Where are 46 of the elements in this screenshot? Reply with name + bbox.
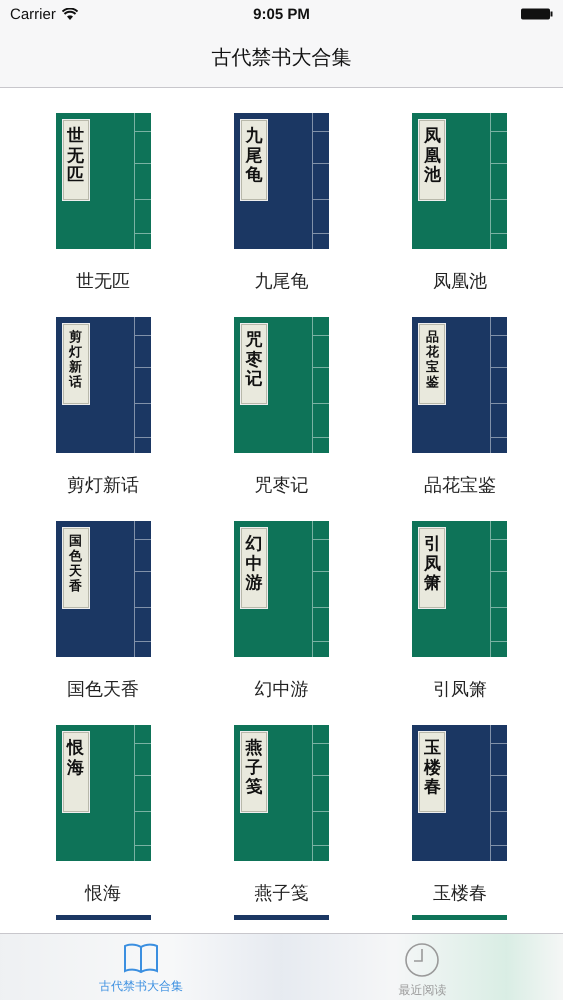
book-cover[interactable]: 幻中游 <box>234 521 329 657</box>
book-cover[interactable]: 咒枣记 <box>234 317 329 453</box>
book-title: 玉楼春 <box>432 882 487 905</box>
cover-label: 九尾龟 <box>240 120 267 200</box>
book-cover[interactable]: 世无匹 <box>56 113 151 249</box>
book-title: 引凤箫 <box>432 678 487 701</box>
book-cover[interactable]: 品花宝鉴 <box>412 317 508 453</box>
book-title: 剪灯新话 <box>67 474 140 497</box>
book-cover[interactable]: 燕子笺 <box>234 725 329 861</box>
book-title: 幻中游 <box>254 678 308 701</box>
book-title: 燕子笺 <box>254 882 308 905</box>
book-cover[interactable]: 恨海 <box>56 725 151 861</box>
cover-label: 燕子笺 <box>240 732 267 812</box>
cover-label: 剪灯新话 <box>62 324 89 404</box>
cover-label: 玉楼春 <box>419 732 446 812</box>
book-cover[interactable] <box>234 915 329 920</box>
carrier-name: Carrier <box>10 6 56 22</box>
wifi-icon <box>62 8 78 20</box>
book-title: 咒枣记 <box>254 474 308 497</box>
book-cover[interactable]: 剪灯新话 <box>56 317 151 453</box>
book-title: 凤凰池 <box>432 270 487 293</box>
cover-label: 引凤箫 <box>419 528 446 608</box>
cover-label: 恨海 <box>62 732 89 812</box>
book-cover[interactable]: 玉楼春 <box>412 725 508 861</box>
book-title: 恨海 <box>85 882 122 905</box>
cover-label: 国色天香 <box>62 528 89 608</box>
cover-label: 世无匹 <box>62 120 89 200</box>
book-icon <box>122 942 159 974</box>
clock-icon <box>404 942 440 978</box>
cover-label: 品花宝鉴 <box>419 324 446 404</box>
cover-label: 咒枣记 <box>240 324 267 404</box>
book-title: 世无匹 <box>76 270 130 293</box>
book-cover[interactable] <box>56 915 151 920</box>
book-title: 九尾龟 <box>254 270 308 293</box>
nav-title: 古代禁书大合集 <box>212 46 352 71</box>
book-title: 品花宝鉴 <box>424 474 496 497</box>
battery-icon <box>521 8 553 20</box>
cover-label: 凤凰池 <box>419 120 446 200</box>
book-cover[interactable]: 引凤箫 <box>412 521 508 657</box>
book-cover[interactable]: 国色天香 <box>56 521 151 657</box>
book-cover[interactable]: 凤凰池 <box>412 113 508 249</box>
status-time: 9:05 PM <box>253 6 310 22</box>
cover-label: 幻中游 <box>240 528 267 608</box>
book-title: 国色天香 <box>67 678 140 701</box>
book-cover[interactable]: 九尾龟 <box>234 113 329 249</box>
book-cover[interactable] <box>412 915 508 920</box>
